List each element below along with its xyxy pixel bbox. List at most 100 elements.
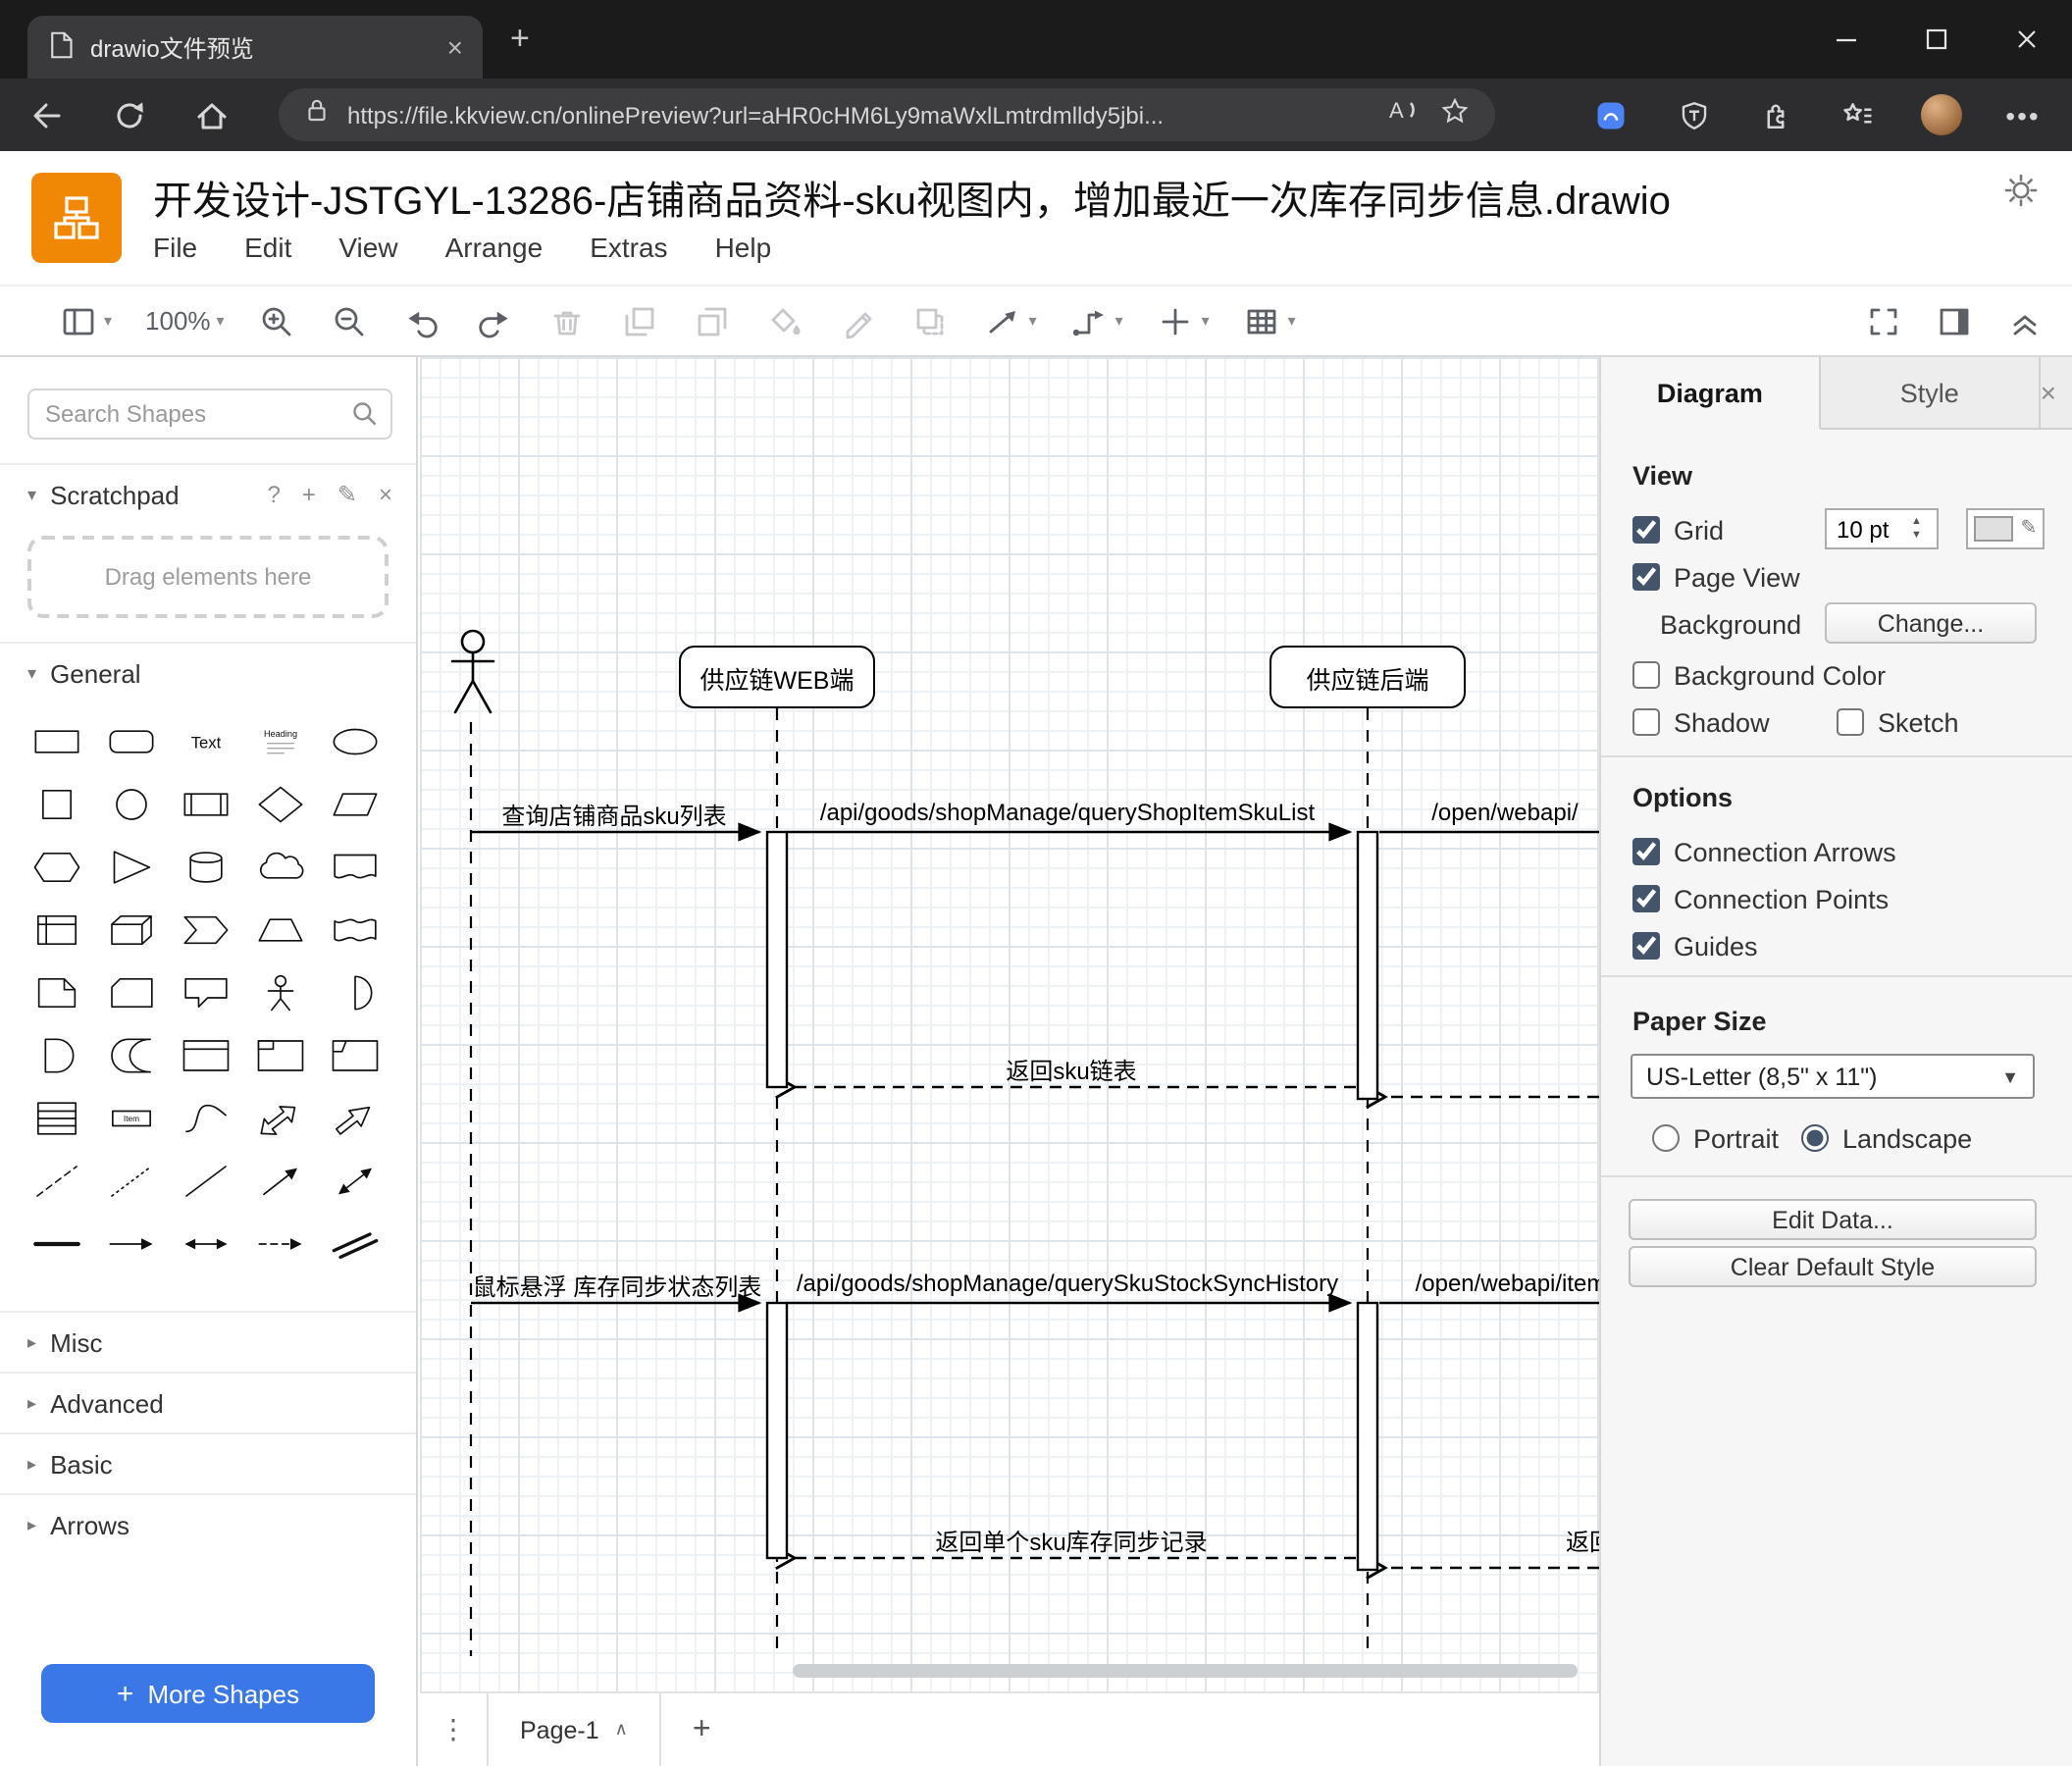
shape-dashed-arrow[interactable]	[243, 1213, 318, 1275]
more-shapes-button[interactable]: + More Shapes	[41, 1664, 375, 1723]
page-tab[interactable]: Page-1 ∧	[487, 1693, 661, 1766]
line-color-button[interactable]	[839, 301, 878, 340]
shape-parallelogram[interactable]	[318, 773, 392, 836]
section-arrows[interactable]: ▸ Arrows	[0, 1493, 416, 1554]
close-scratchpad-icon[interactable]: ×	[379, 481, 392, 508]
minimize-button[interactable]	[1801, 0, 1891, 78]
back-button[interactable]	[24, 91, 71, 138]
message-label[interactable]: /open/webapi/	[1397, 799, 1599, 826]
message-label[interactable]: /api/goods/shopManage/queryShopItemSkuLi…	[797, 799, 1338, 826]
shape-dotted-line[interactable]	[94, 1150, 169, 1213]
message-label[interactable]: 返回sku链表	[934, 1054, 1209, 1087]
collapse-toolbar-button[interactable]	[2005, 301, 2045, 340]
shape-hexagon[interactable]	[20, 836, 94, 899]
table-button[interactable]: ▾	[1243, 301, 1296, 340]
copilot-icon[interactable]	[1585, 89, 1636, 140]
add-page-button[interactable]: +	[693, 1712, 711, 1747]
shape-actor[interactable]	[243, 961, 318, 1024]
portrait-radio[interactable]	[1652, 1124, 1680, 1152]
tab-diagram[interactable]: Diagram	[1601, 357, 1821, 430]
grid-checkbox[interactable]	[1632, 516, 1660, 544]
shape-process[interactable]	[169, 773, 243, 836]
shape-internal-storage[interactable]	[20, 899, 94, 961]
shape-document[interactable]	[318, 836, 392, 899]
shape-cube[interactable]	[94, 899, 169, 961]
tab-close-icon[interactable]: ×	[447, 33, 463, 61]
shape-horizontal-double-arrow[interactable]	[169, 1213, 243, 1275]
shape-diamond[interactable]	[243, 773, 318, 836]
window-close-button[interactable]	[1982, 0, 2072, 78]
pages-menu-icon[interactable]: ⋮	[420, 1713, 487, 1746]
favorite-star-icon[interactable]	[1438, 93, 1472, 136]
message-label[interactable]: 返回	[1530, 1525, 1599, 1558]
read-aloud-icon[interactable]: A	[1383, 92, 1423, 137]
url-text[interactable]: https://file.kkview.cn/onlinePreview?url…	[347, 101, 1368, 129]
extensions-puzzle-icon[interactable]	[1750, 89, 1801, 140]
shape-arrow[interactable]	[318, 1087, 392, 1150]
shape-line[interactable]	[169, 1150, 243, 1213]
edit-data-button[interactable]: Edit Data...	[1629, 1199, 2037, 1240]
edit-scratchpad-icon[interactable]: ✎	[337, 481, 357, 508]
page-view-checkbox[interactable]	[1632, 563, 1660, 591]
shape-text[interactable]: Text	[169, 710, 243, 773]
message-label[interactable]: 返回单个sku库存同步记录	[914, 1525, 1228, 1558]
refresh-button[interactable]	[106, 91, 153, 138]
redo-button[interactable]	[476, 301, 515, 340]
diagram-canvas[interactable]: 供应链WEB端 供应链后端 查询店铺商品sku列表 /api/goods/sho…	[420, 357, 1599, 1691]
search-shapes-input[interactable]	[27, 389, 392, 440]
message-label[interactable]: /open/webapi/item	[1393, 1270, 1599, 1297]
landscape-radio[interactable]	[1801, 1124, 1829, 1152]
fill-color-button[interactable]	[766, 301, 805, 340]
browser-tab[interactable]: drawio文件预览 ×	[27, 16, 483, 78]
section-basic[interactable]: ▸ Basic	[0, 1432, 416, 1493]
menu-edit[interactable]: Edit	[244, 232, 291, 263]
menu-file[interactable]: File	[153, 232, 197, 263]
menu-help[interactable]: Help	[715, 232, 772, 263]
shape-horizontal-arrow[interactable]	[94, 1213, 169, 1275]
shape-trapezoid[interactable]	[243, 899, 318, 961]
shape-circle[interactable]	[94, 773, 169, 836]
stepper-arrows-icon[interactable]: ▲ ▼	[1911, 517, 1922, 541]
zoom-out-button[interactable]	[331, 301, 370, 340]
favorites-bar-icon[interactable]	[1833, 89, 1884, 140]
maximize-button[interactable]	[1891, 0, 1982, 78]
view-panels-button[interactable]: ▾	[59, 301, 112, 340]
shape-and[interactable]	[20, 1024, 94, 1087]
shape-callout[interactable]	[169, 961, 243, 1024]
shape-or[interactable]	[318, 961, 392, 1024]
shape-frame[interactable]	[318, 1024, 392, 1087]
shape-square[interactable]	[20, 773, 94, 836]
participant-backend[interactable]: 供应链后端	[1269, 646, 1466, 708]
participant-web[interactable]: 供应链WEB端	[679, 646, 875, 708]
shape-link[interactable]	[318, 1213, 392, 1275]
tab-style[interactable]: Style	[1821, 357, 2041, 428]
sequence-diagram-lines[interactable]	[420, 357, 1599, 1691]
shape-diagonal-arrow-2[interactable]	[318, 1150, 392, 1213]
help-icon[interactable]: ?	[267, 481, 280, 508]
zoom-select[interactable]: 100% ▾	[145, 306, 225, 336]
shape-data-storage[interactable]	[94, 1024, 169, 1087]
section-misc[interactable]: ▸ Misc	[0, 1311, 416, 1372]
background-change-button[interactable]: Change...	[1825, 602, 2037, 644]
grid-size-stepper[interactable]: ▲▼	[1825, 508, 1939, 549]
sketch-checkbox[interactable]	[1837, 708, 1864, 736]
format-panel-button[interactable]	[1935, 301, 1974, 340]
scratchpad-dropzone[interactable]: Drag elements here	[27, 536, 388, 618]
shape-horizontal-line[interactable]	[20, 1213, 94, 1275]
shape-note[interactable]	[20, 961, 94, 1024]
fullscreen-button[interactable]	[1864, 301, 1903, 340]
shape-bidirectional-arrow[interactable]	[243, 1087, 318, 1150]
shape-step[interactable]	[169, 899, 243, 961]
connection-points-checkbox[interactable]	[1632, 885, 1660, 912]
clear-default-style-button[interactable]: Clear Default Style	[1629, 1246, 2037, 1287]
theme-toggle-icon[interactable]	[2001, 171, 2041, 210]
to-back-button[interactable]	[694, 301, 733, 340]
shape-card[interactable]	[94, 961, 169, 1024]
message-label[interactable]: 查询店铺商品sku列表	[467, 799, 761, 832]
shape-container-title[interactable]	[243, 1024, 318, 1087]
delete-button[interactable]	[548, 301, 588, 340]
grid-color-button[interactable]: ✎	[1966, 508, 2045, 549]
shape-cloud[interactable]	[243, 836, 318, 899]
shape-dashed-line[interactable]	[20, 1150, 94, 1213]
message-label[interactable]: 鼠标悬浮 库存同步状态列表	[455, 1270, 779, 1303]
